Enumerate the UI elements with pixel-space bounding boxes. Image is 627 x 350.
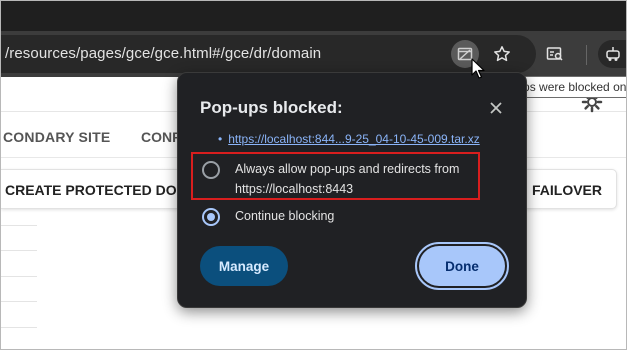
toolbar-separator	[586, 45, 587, 65]
allow-popups-label[interactable]: Always allow pop-ups and redirects from …	[235, 159, 480, 199]
blocked-popup-list-item: • https://localhost:844...9-25_04-10-45-0…	[218, 132, 480, 146]
reading-mode-icon[interactable]	[541, 40, 569, 68]
browser-toolbar: /resources/pages/gce/gce.html#/gce/dr/do…	[1, 31, 626, 77]
dialog-title: Pop-ups blocked:	[200, 98, 343, 117]
continue-blocking-radio[interactable]	[202, 208, 220, 226]
failover-button-label: FAILOVER	[531, 182, 602, 198]
list-bullet: •	[218, 132, 223, 146]
star-icon[interactable]	[488, 40, 516, 68]
table-row-divider	[1, 250, 37, 251]
table-row-divider	[1, 327, 37, 328]
cursor-icon	[471, 58, 485, 80]
popups-blocked-dialog: Pop-ups blocked: • https://localhost:844.…	[177, 72, 527, 308]
create-button-label: CREATE PROTECTED DO	[5, 182, 177, 198]
table-row-divider	[1, 225, 37, 226]
url-text[interactable]: /resources/pages/gce/gce.html#/gce/dr/do…	[5, 45, 321, 62]
extension-icon[interactable]	[598, 40, 626, 68]
manage-button[interactable]: Manage	[200, 246, 288, 286]
screenshot-frame: /resources/pages/gce/gce.html#/gce/dr/do…	[0, 0, 627, 350]
tab-secondary-site[interactable]: CONDARY SITE	[3, 129, 110, 145]
close-icon[interactable]	[485, 97, 507, 119]
allow-popups-radio[interactable]	[202, 161, 220, 179]
browser-tabstrip	[1, 1, 626, 31]
address-bar[interactable]: /resources/pages/gce/gce.html#/gce/dr/do…	[1, 35, 536, 73]
tab-configuration[interactable]: CONF	[141, 129, 181, 145]
continue-blocking-label[interactable]: Continue blocking	[235, 209, 334, 223]
table-row-divider	[1, 301, 37, 302]
blocked-popup-link[interactable]: https://localhost:844...9-25_04-10-45-00…	[228, 132, 480, 146]
create-protected-domain-button[interactable]: CREATE PROTECTED DO	[1, 169, 186, 209]
done-button[interactable]: Done	[419, 246, 505, 286]
table-row-divider	[1, 276, 37, 277]
